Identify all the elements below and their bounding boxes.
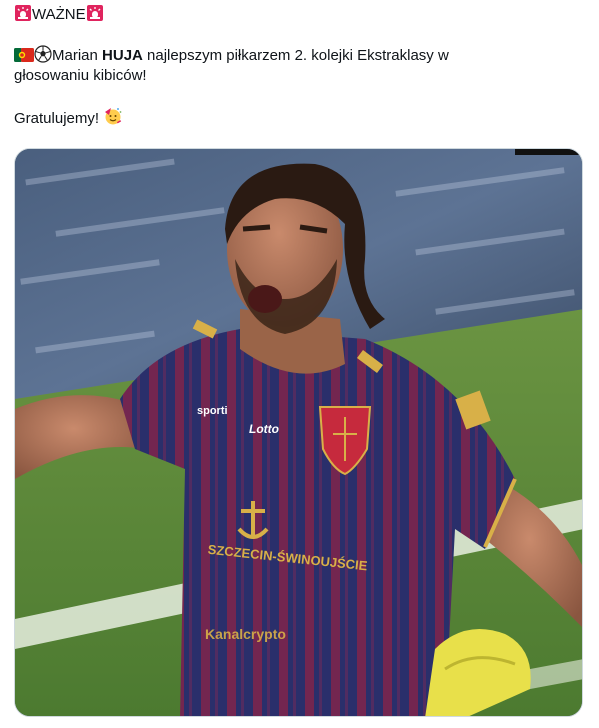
tweet-line-1: Marian HUJA najlepszym piłkarzem 2. kole… bbox=[14, 45, 584, 66]
tweet-line-3: Gratulujemy! bbox=[14, 106, 584, 129]
tweet-line1-post: najlepszym piłkarzem 2. kolejki Ekstrakl… bbox=[142, 47, 449, 64]
siren-icon bbox=[14, 4, 32, 22]
siren-icon bbox=[86, 4, 104, 22]
tweet-text: WAŻNE Marian HUJA najlepszym piłkarzem 2… bbox=[14, 4, 584, 129]
tweet-line1-pre: Marian bbox=[52, 47, 103, 64]
tweet-line-2: głosowaniu kibiców! bbox=[14, 67, 147, 84]
player-name: HUJA bbox=[102, 47, 143, 64]
portugal-flag-icon bbox=[14, 47, 34, 63]
congrats-text: Gratulujemy! bbox=[14, 110, 100, 127]
tweet-line-header: WAŻNE bbox=[14, 4, 584, 25]
header-text: WAŻNE bbox=[32, 6, 86, 23]
sponsor-bottom-text: Kanalcrypto bbox=[205, 626, 286, 642]
sponsor-top-text: sporti bbox=[197, 405, 228, 417]
soccer-ball-icon bbox=[34, 45, 52, 63]
tweet-media-image[interactable]: sporti Lotto SZCZECIN-ŚWINOUJŚCIE Kanalc… bbox=[14, 148, 583, 717]
brand-text: Lotto bbox=[249, 422, 279, 436]
partying-face-icon bbox=[103, 106, 123, 126]
